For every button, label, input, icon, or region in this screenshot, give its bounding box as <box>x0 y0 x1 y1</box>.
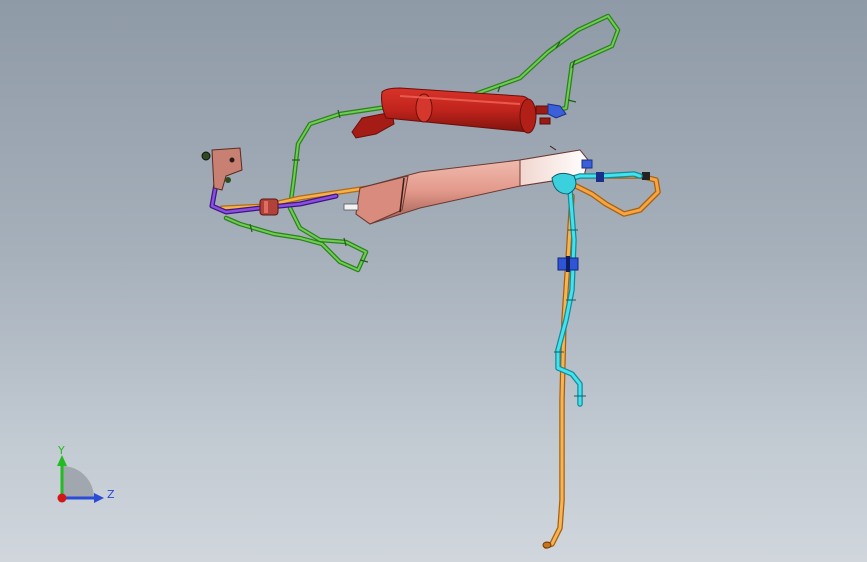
fuel-vapor-assembly[interactable] <box>0 0 867 562</box>
hose-clip[interactable] <box>557 256 579 272</box>
mounting-bracket[interactable] <box>201 147 243 191</box>
model-viewport[interactable]: Y Z <box>0 0 867 562</box>
charcoal-canister[interactable] <box>351 87 567 139</box>
inline-connector[interactable] <box>259 198 279 216</box>
coordinate-triad-icon: Y Z <box>57 444 115 503</box>
z-axis-label: Z <box>107 488 115 501</box>
green-vapor-line[interactable] <box>223 13 621 273</box>
y-axis-label: Y <box>57 444 65 457</box>
